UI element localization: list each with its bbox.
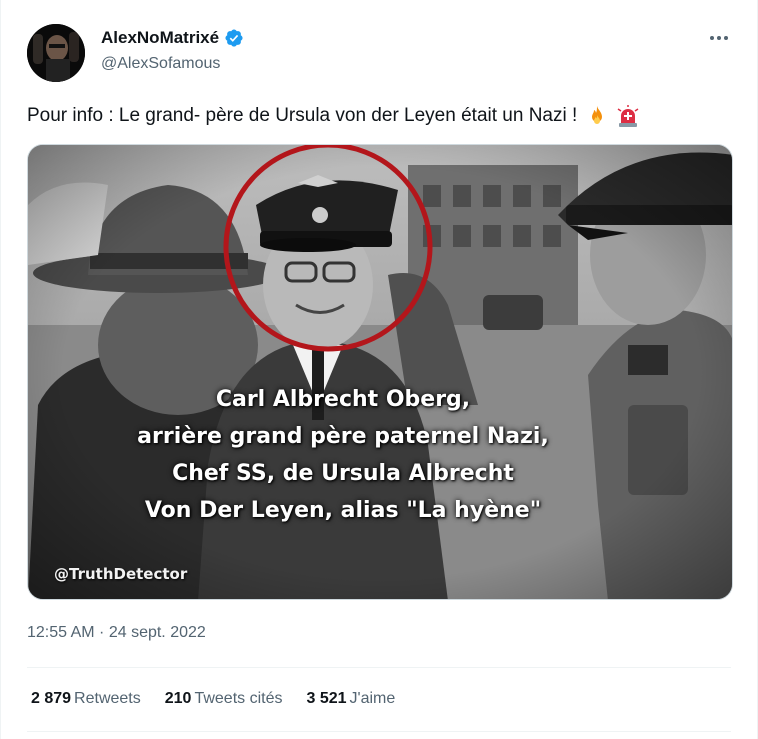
tweet-card: AlexNoMatrixé @AlexSofamous Pour info : … (0, 0, 758, 739)
author-name-row: AlexNoMatrixé (101, 28, 244, 48)
avatar-image (27, 24, 85, 82)
avatar[interactable] (27, 24, 85, 82)
divider (27, 667, 731, 668)
likes-label: J'aime (349, 690, 396, 707)
caption-line: Chef SS, de Ursula Albrecht (172, 461, 514, 486)
more-options-button[interactable] (707, 28, 731, 48)
author-handle[interactable]: @AlexSofamous (101, 55, 220, 73)
caption-line: Carl Albrecht Oberg, (215, 387, 471, 412)
tweet-text: Pour info : Le grand- père de Ursula von… (27, 104, 640, 128)
likes-stat[interactable]: 3 521 J'aime (306, 690, 395, 708)
caption-line: arrière grand père paternel Nazi, (137, 424, 549, 449)
more-dot-icon (717, 36, 721, 40)
tweet-media-image[interactable]: Carl Albrecht Oberg, arrière grand père … (27, 144, 733, 600)
photo-illustration (28, 145, 732, 599)
fire-emoji-icon (591, 106, 602, 124)
tweet-timestamp[interactable]: 12:55 AM · 24 sept. 2022 (27, 624, 206, 642)
retweets-label: Retweets (74, 690, 141, 707)
retweets-count: 2 879 (31, 690, 72, 707)
quote-tweets-count: 210 (164, 690, 192, 707)
verified-badge-icon (225, 29, 243, 47)
retweets-stat[interactable]: 2 879 Retweets (31, 690, 141, 708)
caption-line: Von Der Leyen, alias "La hyène" (144, 498, 542, 523)
engagement-stats: 2 879 Retweets 210 Tweets cités 3 521 J'aim… (31, 690, 395, 708)
divider (27, 731, 731, 732)
more-dot-icon (724, 36, 728, 40)
image-watermark: @TruthDetector (54, 565, 188, 583)
author-display-name[interactable]: AlexNoMatrixé (101, 28, 219, 48)
quote-tweets-label: Tweets cités (194, 690, 283, 707)
tweet-text-body: Pour info : Le grand- père de Ursula von… (27, 105, 578, 127)
more-dot-icon (710, 36, 714, 40)
quote-tweets-stat[interactable]: 210 Tweets cités (165, 690, 283, 708)
likes-count: 3 521 (306, 690, 347, 707)
rotating-light-icon (617, 105, 639, 127)
image-caption: Carl Albrecht Oberg, arrière grand père … (128, 381, 558, 529)
